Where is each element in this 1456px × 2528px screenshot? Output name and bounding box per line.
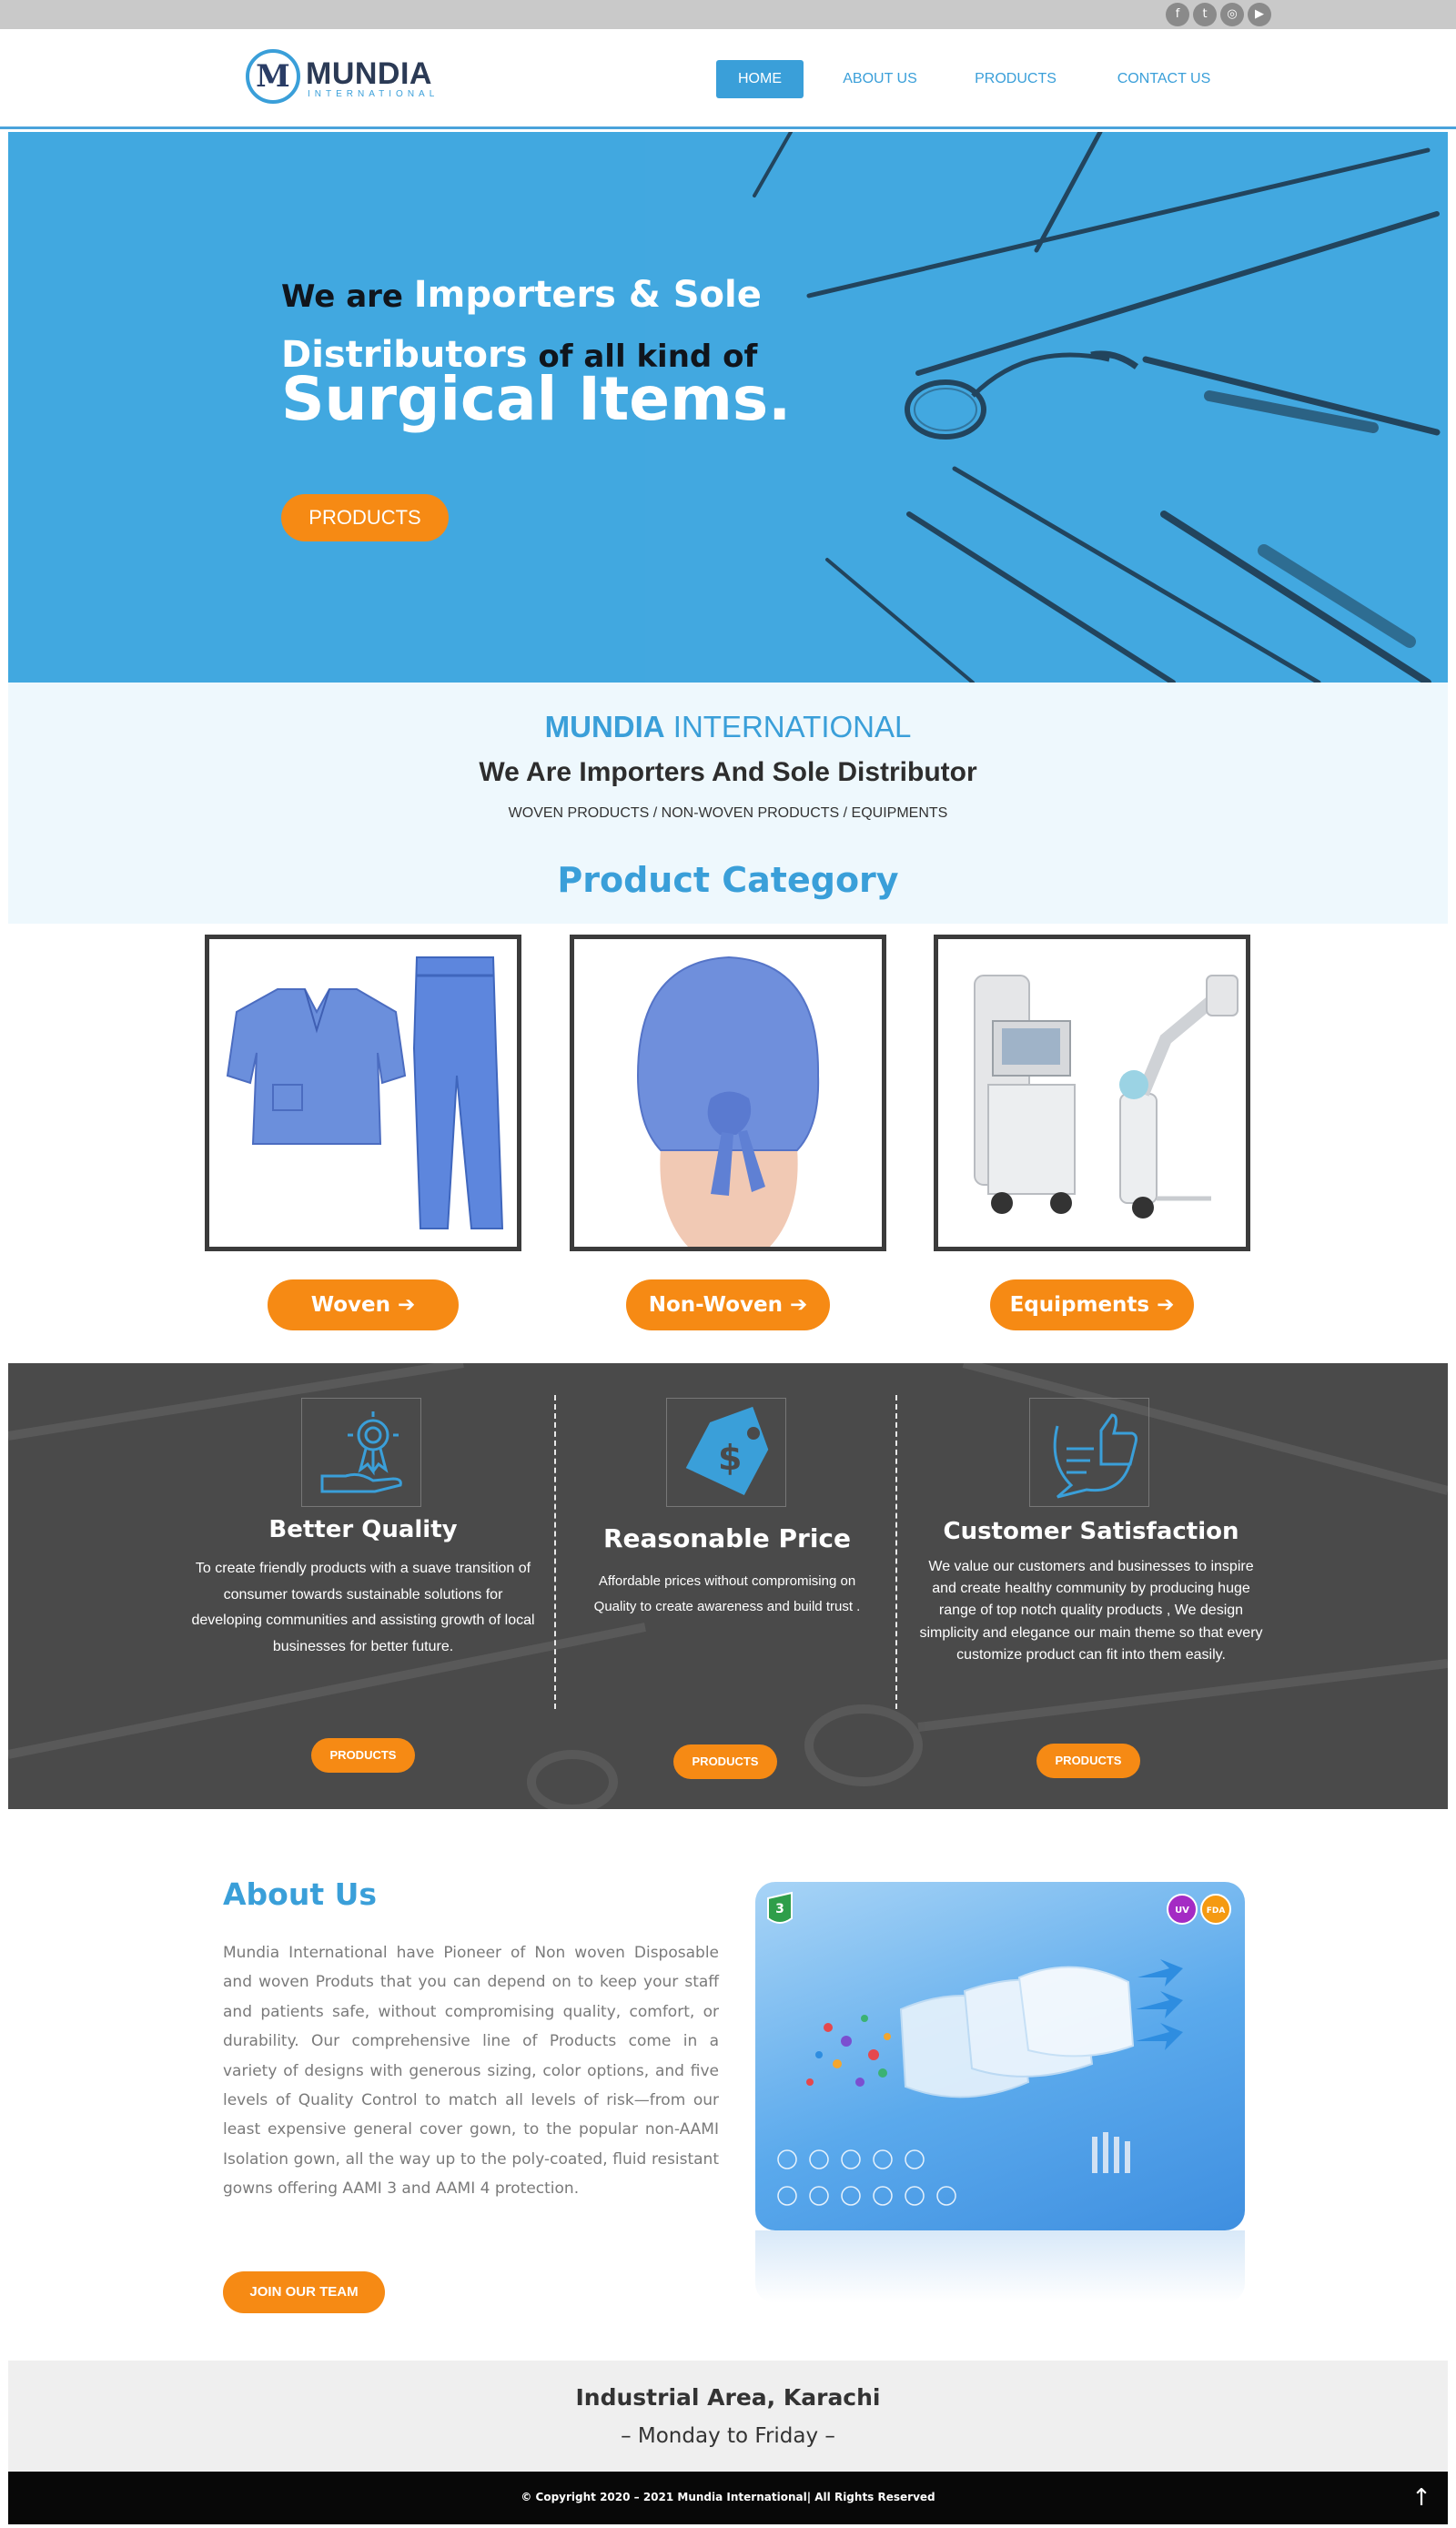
intro-heading: We Are Importers And Sole Distributor [479, 757, 977, 787]
feature-divider [895, 1395, 897, 1709]
hero-big-text: Surgical Items. [281, 364, 792, 434]
feature-text-quality: To create friendly products with a suave… [191, 1561, 535, 1654]
non-woven-button[interactable]: Non-Woven ➔ [626, 1279, 830, 1330]
scrubs-illustration [226, 956, 504, 1229]
about-heading: About Us [223, 1876, 378, 1912]
product-category-title: Product Category [557, 860, 899, 900]
social-bar: f t ◎ ▶ [0, 0, 1456, 29]
equipments-button-label: Equipments [1009, 1293, 1150, 1317]
about-text: Mundia International have Pioneer of Non… [223, 1944, 719, 2199]
arrow-right-icon: ➔ [398, 1293, 416, 1317]
footer-hours: – Monday to Friday – [621, 2424, 835, 2448]
award-hand-icon [320, 1411, 402, 1493]
surgical-cap-illustration [574, 939, 882, 1247]
nav-about-us[interactable]: ABOUT US [830, 60, 930, 98]
join-our-team-button[interactable]: JOIN OUR TEAM [223, 2271, 385, 2313]
feature-text-price: Affordable prices without compromising o… [593, 1573, 861, 1614]
twitter-icon[interactable]: t [1193, 3, 1217, 26]
non-woven-card-image[interactable] [570, 935, 886, 1251]
nav-home[interactable]: HOME [716, 60, 804, 98]
layers-badge-label: 3 [775, 1902, 784, 1916]
feature-title-price: Reasonable Price [602, 1523, 852, 1553]
satisfaction-icon-box [1029, 1398, 1149, 1507]
quality-icon-box [301, 1398, 421, 1507]
equipments-button[interactable]: Equipments ➔ [990, 1279, 1194, 1330]
thumbs-up-chat-icon [1053, 1413, 1138, 1499]
price-products-button[interactable]: PRODUCTS [673, 1744, 777, 1779]
hero-line1-light: Importers & Sole [413, 274, 762, 316]
non-woven-button-label: Non-Woven [648, 1293, 783, 1317]
hero-banner: We are Importers & Sole Distributors of … [8, 132, 1448, 683]
price-tag-icon: $ [685, 1406, 769, 1495]
uv-badge-label: UV [1175, 1906, 1189, 1916]
arrow-right-icon: ➔ [1157, 1293, 1175, 1317]
xray-machine-illustration [974, 975, 1239, 1218]
brand-line-rest: INTERNATIONAL [664, 710, 912, 743]
arrow-right-icon: ➔ [790, 1293, 808, 1317]
intro-section: MUNDIA INTERNATIONAL We Are Importers An… [8, 683, 1448, 924]
nav-products[interactable]: PRODUCTS [965, 60, 1067, 98]
woven-card-image[interactable] [205, 935, 521, 1251]
footer-info: Industrial Area, Karachi – Monday to Fri… [8, 2361, 1448, 2472]
youtube-icon[interactable]: ▶ [1248, 3, 1271, 26]
instagram-icon[interactable]: ◎ [1220, 3, 1244, 26]
brand-line: MUNDIA INTERNATIONAL [8, 710, 1448, 744]
nav-contact-us[interactable]: CONTACT US [1101, 60, 1227, 98]
hero-products-button[interactable]: PRODUCTS [281, 494, 449, 541]
brand-line-bold: MUNDIA [544, 710, 665, 743]
arrow-up-icon[interactable]: ↑ [1408, 2484, 1435, 2512]
intro-tags: WOVEN PRODUCTS / NON-WOVEN PRODUCTS / EQ… [508, 805, 948, 821]
feature-text-satisfaction: We value our customers and businesses to… [919, 1559, 1263, 1663]
svg-text:$: $ [718, 1438, 742, 1478]
hero-line1-dark: We are [281, 278, 414, 315]
logo-icon[interactable]: M [246, 49, 300, 104]
equipments-card-image[interactable] [934, 935, 1250, 1251]
footer-address: Industrial Area, Karachi [575, 2384, 881, 2411]
fda-badge-label: FDA [1207, 1906, 1226, 1916]
feature-title-satisfaction: Customer Satisfaction [943, 1518, 1239, 1545]
price-icon-box: $ [666, 1398, 786, 1507]
site-header: M MUNDIA INTERNATIONAL HOME ABOUT US PRO… [0, 29, 1456, 129]
image-reflection [755, 2230, 1245, 2303]
logo-name[interactable]: MUNDIA [306, 56, 432, 92]
copyright-text: © Copyright 2020 – 2021 Mundia Internati… [521, 2491, 935, 2503]
facebook-icon[interactable]: f [1166, 3, 1189, 26]
features-section: Better Quality To create friendly produc… [8, 1363, 1448, 1809]
face-mask-illustration: 3 UV FDA [767, 1891, 1231, 2206]
woven-button[interactable]: Woven ➔ [268, 1279, 459, 1330]
satisfaction-products-button[interactable]: PRODUCTS [1036, 1744, 1140, 1778]
woven-button-label: Woven [310, 1293, 391, 1317]
mask-product-image: 3 UV FDA [755, 1882, 1245, 2230]
footer-copyright-bar: © Copyright 2020 – 2021 Mundia Internati… [8, 2472, 1448, 2524]
feature-title-quality: Better Quality [268, 1516, 458, 1543]
logo-subtitle: INTERNATIONAL [308, 89, 440, 99]
quality-products-button[interactable]: PRODUCTS [311, 1738, 415, 1773]
